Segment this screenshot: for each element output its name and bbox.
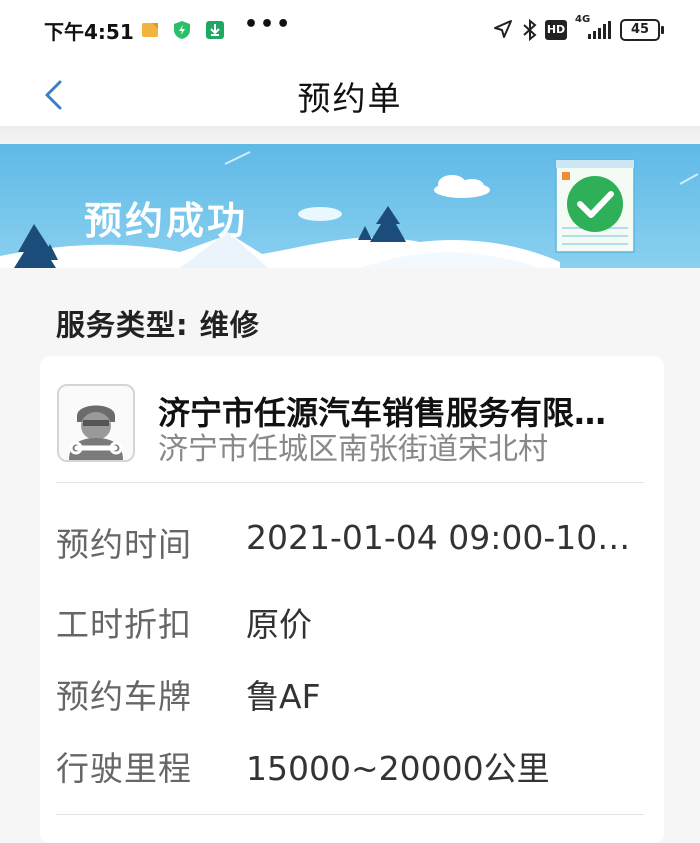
divider bbox=[56, 814, 644, 815]
location-icon bbox=[494, 20, 512, 38]
mileage-label: 行驶里程 bbox=[56, 749, 192, 788]
checkmark-document-icon bbox=[555, 159, 635, 253]
shop-logo bbox=[57, 384, 135, 462]
banner-title: 预约成功 bbox=[84, 199, 249, 243]
download-icon bbox=[206, 21, 224, 39]
status-bar: 下午4:51 ••• HD 4G 45 bbox=[0, 0, 700, 60]
nav-bar: 预约单 bbox=[0, 60, 700, 126]
license-plate-value: 鲁AF bbox=[246, 677, 321, 716]
mechanic-icon bbox=[69, 405, 123, 460]
service-type: 服务类型: 维修 bbox=[56, 308, 260, 342]
nav-shadow bbox=[0, 126, 700, 146]
appointment-time-label: 预约时间 bbox=[56, 525, 192, 564]
more-notifications-icon: ••• bbox=[244, 12, 293, 37]
labor-discount-value: 原价 bbox=[246, 605, 312, 644]
success-banner: 预约成功 bbox=[0, 144, 700, 268]
page-title: 预约单 bbox=[297, 79, 403, 118]
signal-icon bbox=[588, 21, 611, 39]
status-time: 下午4:51 bbox=[44, 20, 134, 44]
shield-icon bbox=[174, 21, 190, 39]
appointment-time-value: 2021-01-04 09:00-10:00 bbox=[246, 518, 636, 557]
license-plate-label: 预约车牌 bbox=[56, 677, 192, 716]
notification-icon bbox=[142, 23, 158, 37]
shop-address: 济宁市任城区南张街道宋北村 bbox=[158, 432, 548, 467]
divider bbox=[56, 482, 644, 483]
mileage-value: 15000~20000公里 bbox=[246, 749, 550, 788]
hd-icon: HD bbox=[545, 20, 567, 40]
bluetooth-icon bbox=[523, 18, 537, 42]
battery-icon: 45 bbox=[620, 19, 664, 41]
labor-discount-label: 工时折扣 bbox=[56, 605, 192, 644]
